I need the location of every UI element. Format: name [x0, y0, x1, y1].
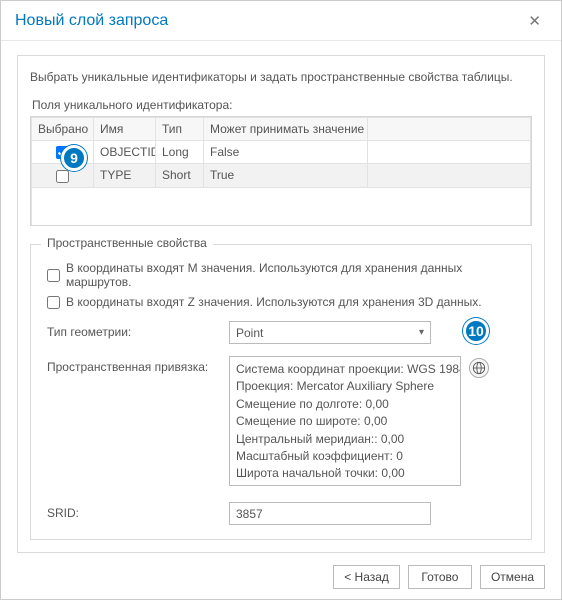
dialog-footer: < Назад Готово Отмена: [1, 555, 561, 599]
cancel-button[interactable]: Отмена: [480, 565, 545, 589]
annotation-9: 9: [61, 145, 87, 171]
sref-line: Смещение по широте: 0,00: [236, 413, 454, 430]
spatial-fieldset: Пространственные свойства В координаты в…: [30, 244, 532, 540]
sref-line: Система координат проекции: WGS 1984 Web…: [236, 361, 454, 378]
z-values-label: В координаты входят Z значения. Использу…: [66, 295, 482, 309]
cell-null: True: [204, 164, 368, 187]
table-header-row: Выбрано Имя Тип Может принимать значение…: [32, 118, 531, 141]
main-panel: Выбрать уникальные идентификаторы и зада…: [17, 55, 545, 553]
z-values-checkbox[interactable]: [47, 296, 60, 309]
z-values-row: В координаты входят Z значения. Использу…: [47, 295, 515, 309]
col-nullable[interactable]: Может принимать значение NULL: [204, 118, 368, 141]
sref-line: Смещение по долготе: 0,00: [236, 396, 454, 413]
srid-input[interactable]: 3857: [229, 502, 431, 525]
m-values-checkbox[interactable]: [47, 269, 60, 282]
sref-line: Проекция: Mercator Auxiliary Sphere: [236, 378, 454, 395]
srid-row: SRID: 3857: [47, 502, 515, 525]
table-row[interactable]: TYPE Short True: [32, 164, 531, 187]
sref-line: Широта начальной точки: 0,00: [236, 465, 454, 482]
geometry-combo[interactable]: Point: [229, 321, 431, 344]
table-row[interactable]: OBJECTID Long False: [32, 141, 531, 164]
cell-name: TYPE: [94, 164, 156, 187]
col-filler: [367, 118, 531, 141]
globe-icon[interactable]: [469, 358, 489, 378]
m-values-row: В координаты входят M значения. Использу…: [47, 261, 515, 289]
dialog-body: Выбрать уникальные идентификаторы и зада…: [1, 41, 561, 555]
dialog-window: Новый слой запроса ✕ Выбрать уникальные …: [0, 0, 562, 600]
sref-textbox[interactable]: Система координат проекции: WGS 1984 Web…: [229, 356, 461, 486]
uid-section-label: Поля уникального идентификатора:: [32, 98, 532, 112]
srid-value: 3857: [236, 507, 263, 521]
srid-label: SRID:: [47, 502, 229, 520]
geometry-value: Point: [236, 326, 263, 340]
spatial-legend: Пространственные свойства: [41, 236, 213, 250]
back-button[interactable]: < Назад: [333, 565, 400, 589]
sref-label: Пространственная привязка:: [47, 356, 229, 374]
cell-type: Short: [156, 164, 204, 187]
geometry-row: Тип геометрии: Point 10: [47, 321, 515, 344]
finish-button[interactable]: Готово: [408, 565, 472, 589]
geometry-label: Тип геометрии:: [47, 321, 229, 339]
close-icon[interactable]: ✕: [522, 8, 547, 34]
dialog-title: Новый слой запроса: [15, 12, 168, 30]
sref-line: Масштабный коэффициент: 0: [236, 448, 454, 465]
row-checkbox[interactable]: [56, 170, 69, 183]
sref-line: Центральный меридиан:: 0,00: [236, 431, 454, 448]
annotation-10: 10: [463, 318, 489, 344]
cell-type: Long: [156, 141, 204, 164]
cell-null: False: [204, 141, 368, 164]
col-selected[interactable]: Выбрано: [32, 118, 94, 141]
sref-line: Линейная единица: Meter: [236, 483, 454, 486]
uid-table: 9 Выбрано Имя Тип Может принимать значен…: [30, 116, 532, 226]
col-name[interactable]: Имя: [94, 118, 156, 141]
titlebar: Новый слой запроса ✕: [1, 1, 561, 41]
sref-row: Пространственная привязка: Система коорд…: [47, 356, 515, 486]
instruction-text: Выбрать уникальные идентификаторы и зада…: [30, 70, 532, 84]
col-type[interactable]: Тип: [156, 118, 204, 141]
cell-name: OBJECTID: [94, 141, 156, 164]
m-values-label: В координаты входят M значения. Использу…: [66, 261, 515, 289]
table-empty-area: [32, 187, 531, 226]
